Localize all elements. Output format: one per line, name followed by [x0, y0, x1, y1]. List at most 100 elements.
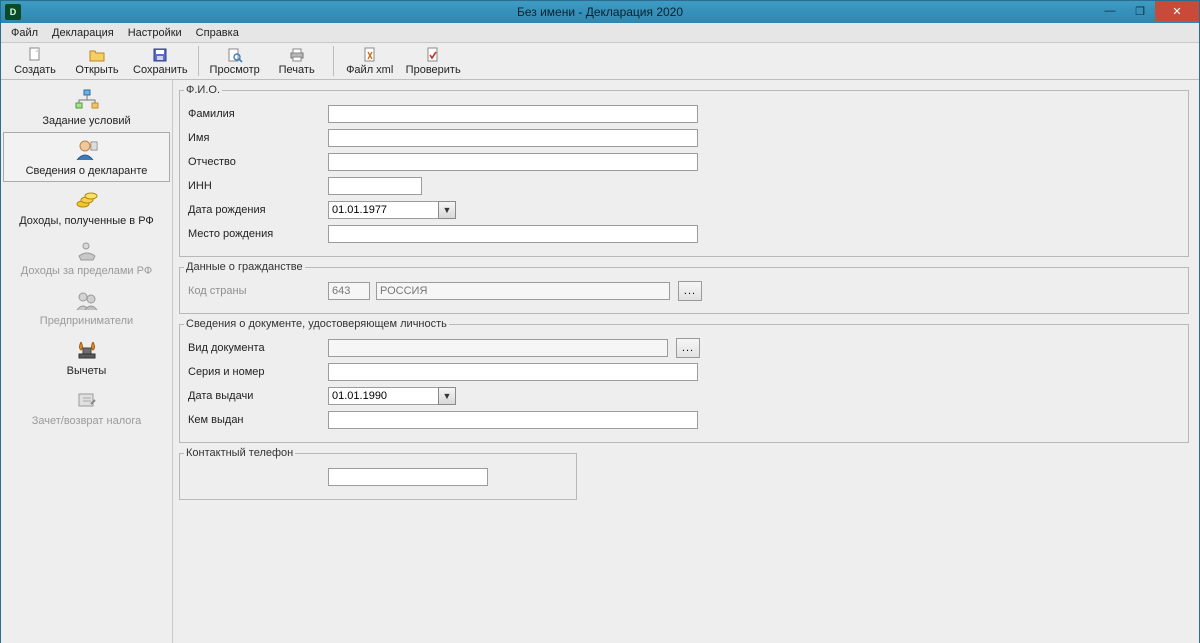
menu-help[interactable]: Справка	[190, 25, 245, 41]
window-controls: — ❐ ✕	[1095, 1, 1199, 21]
fio-group: Ф.И.О. Фамилия Имя Отчество ИНН	[179, 84, 1189, 257]
titlebar: D Без имени - Декларация 2020 — ❐ ✕	[1, 1, 1199, 23]
sidebar: Задание условий Сведения о декларанте До…	[1, 80, 173, 643]
toolbar-create-button[interactable]: Создать	[5, 44, 65, 78]
patronymic-label: Отчество	[188, 156, 328, 168]
birth-place-label: Место рождения	[188, 228, 328, 240]
birth-date-input[interactable]	[328, 201, 438, 219]
chevron-down-icon[interactable]: ▼	[438, 387, 456, 405]
surname-input[interactable]	[328, 105, 698, 123]
conditions-icon	[71, 87, 103, 113]
inn-label: ИНН	[188, 180, 328, 192]
issued-by-label: Кем выдан	[188, 414, 328, 426]
issue-date-input[interactable]	[328, 387, 438, 405]
birth-place-row: Место рождения	[188, 224, 1180, 244]
doc-type-lookup-button[interactable]: ...	[676, 338, 700, 358]
country-code-label: Код страны	[188, 285, 328, 297]
menu-declaration[interactable]: Декларация	[46, 25, 120, 41]
name-input[interactable]	[328, 129, 698, 147]
toolbar-check-label: Проверить	[406, 64, 461, 76]
sidebar-item-income-abroad: Доходы за пределами РФ	[3, 232, 170, 282]
inn-row: ИНН	[188, 176, 1180, 196]
income-rf-icon	[71, 187, 103, 213]
identity-legend: Сведения о документе, удостоверяющем лич…	[184, 318, 449, 330]
patronymic-input[interactable]	[328, 153, 698, 171]
toolbar-print-label: Печать	[279, 64, 315, 76]
country-lookup-button[interactable]: ...	[678, 281, 702, 301]
toolbar-check-button[interactable]: Проверить	[402, 44, 465, 78]
series-number-row: Серия и номер	[188, 362, 1180, 382]
name-row: Имя	[188, 128, 1180, 148]
inn-input[interactable]	[328, 177, 422, 195]
new-file-icon	[27, 47, 43, 63]
contact-group: Контактный телефон	[179, 447, 577, 500]
chevron-down-icon[interactable]: ▼	[438, 201, 456, 219]
printer-icon	[289, 47, 305, 63]
name-label: Имя	[188, 132, 328, 144]
minimize-button[interactable]: —	[1095, 1, 1125, 21]
series-number-label: Серия и номер	[188, 366, 328, 378]
sidebar-item-offset-refund: Зачет/возврат налога	[3, 382, 170, 432]
sidebar-item-income-rf[interactable]: Доходы, полученные в РФ	[3, 182, 170, 232]
deductions-icon	[71, 337, 103, 363]
toolbar-separator	[333, 46, 334, 76]
menubar: Файл Декларация Настройки Справка	[1, 23, 1199, 43]
toolbar-open-button[interactable]: Открыть	[67, 44, 127, 78]
toolbar: Создать Открыть Сохранить Просмотр Печа	[1, 43, 1199, 80]
toolbar-preview-button[interactable]: Просмотр	[205, 44, 265, 78]
sidebar-conditions-label: Задание условий	[42, 115, 130, 127]
menu-file[interactable]: Файл	[5, 25, 44, 41]
sidebar-item-declarant[interactable]: Сведения о декларанте	[3, 132, 170, 182]
form-content: Ф.И.О. Фамилия Имя Отчество ИНН	[173, 80, 1199, 643]
close-button[interactable]: ✕	[1155, 1, 1199, 21]
toolbar-filexml-button[interactable]: Файл xml	[340, 44, 400, 78]
sidebar-item-entrepreneurs: Предприниматели	[3, 282, 170, 332]
patronymic-row: Отчество	[188, 152, 1180, 172]
toolbar-save-button[interactable]: Сохранить	[129, 44, 192, 78]
main-area: Задание условий Сведения о декларанте До…	[1, 80, 1199, 643]
contact-phone-row	[188, 467, 568, 487]
menu-settings[interactable]: Настройки	[122, 25, 188, 41]
sidebar-item-deductions[interactable]: Вычеты	[3, 332, 170, 382]
sidebar-declarant-label: Сведения о декларанте	[26, 165, 148, 177]
sidebar-deductions-label: Вычеты	[67, 365, 107, 377]
series-number-input[interactable]	[328, 363, 698, 381]
issued-by-row: Кем выдан	[188, 410, 1180, 430]
citizenship-legend: Данные о гражданстве	[184, 261, 305, 273]
contact-legend: Контактный телефон	[184, 447, 295, 459]
app-window: D Без имени - Декларация 2020 — ❐ ✕ Файл…	[0, 0, 1200, 643]
save-disk-icon	[152, 47, 168, 63]
toolbar-open-label: Открыть	[75, 64, 118, 76]
doc-type-input	[328, 339, 668, 357]
preview-icon	[227, 47, 243, 63]
sidebar-income-rf-label: Доходы, полученные в РФ	[19, 215, 154, 227]
country-name-input	[376, 282, 670, 300]
declarant-icon	[71, 137, 103, 163]
toolbar-print-button[interactable]: Печать	[267, 44, 327, 78]
toolbar-create-label: Создать	[14, 64, 56, 76]
maximize-button[interactable]: ❐	[1125, 1, 1155, 21]
toolbar-preview-label: Просмотр	[210, 64, 260, 76]
surname-row: Фамилия	[188, 104, 1180, 124]
sidebar-item-conditions[interactable]: Задание условий	[3, 82, 170, 132]
birth-date-row: Дата рождения ▼	[188, 200, 1180, 220]
citizenship-group: Данные о гражданстве Код страны ...	[179, 261, 1189, 314]
birth-date-picker[interactable]: ▼	[328, 201, 456, 219]
country-code-input	[328, 282, 370, 300]
income-abroad-icon	[71, 237, 103, 263]
sidebar-entrepreneurs-label: Предприниматели	[40, 315, 133, 327]
xml-file-icon	[362, 47, 378, 63]
offset-refund-icon	[71, 387, 103, 413]
doc-type-row: Вид документа ...	[188, 338, 1180, 358]
sidebar-offset-refund-label: Зачет/возврат налога	[32, 415, 142, 427]
toolbar-save-label: Сохранить	[133, 64, 188, 76]
issue-date-picker[interactable]: ▼	[328, 387, 456, 405]
surname-label: Фамилия	[188, 108, 328, 120]
doc-type-label: Вид документа	[188, 342, 328, 354]
issued-by-input[interactable]	[328, 411, 698, 429]
entrepreneurs-icon	[71, 287, 103, 313]
birth-place-input[interactable]	[328, 225, 698, 243]
issue-date-row: Дата выдачи ▼	[188, 386, 1180, 406]
birth-date-label: Дата рождения	[188, 204, 328, 216]
contact-phone-input[interactable]	[328, 468, 488, 486]
